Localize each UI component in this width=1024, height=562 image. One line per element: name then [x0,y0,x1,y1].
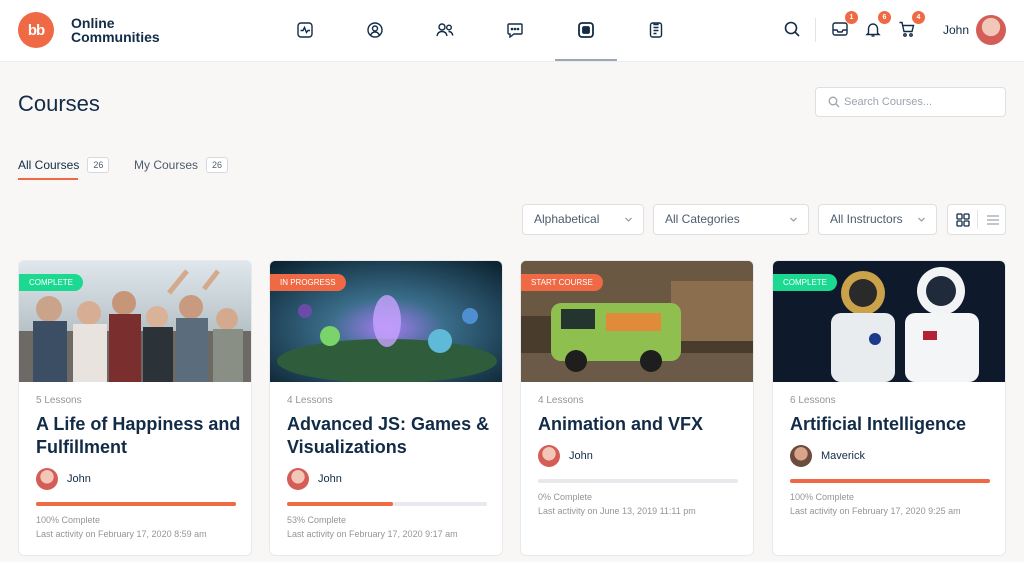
avatar [36,468,58,490]
status-badge: In Progress [270,274,346,291]
course-card[interactable]: Start Course 4 Lessons Animation and VFX… [520,260,754,556]
header-divider [815,18,816,42]
progress-bar [36,502,236,506]
course-title[interactable]: Animation and VFX [538,413,743,436]
list-icon [986,214,999,225]
chevron-down-icon [918,217,925,222]
last-activity: Last activity on February 17, 2020 9:17 … [287,529,458,539]
page-title: Courses [18,91,100,116]
last-activity: Last activity on June 13, 2019 11:11 pm [538,506,696,516]
avatar [538,445,560,467]
top-header: bb Online Communities 1 6 4 John [0,0,1024,62]
last-activity: Last activity on February 17, 2020 9:25 … [790,506,961,516]
status-badge: Complete [773,274,838,291]
chevron-down-icon [625,217,632,222]
cart-icon[interactable]: 4 [895,11,925,41]
author-name: John [67,473,91,485]
search-input[interactable] [844,94,994,110]
progress-text: 100% Complete [790,492,855,502]
notifications-icon[interactable]: 6 [861,11,891,41]
count-badge: 26 [206,157,229,173]
course-card[interactable]: Complete 6 Lessons Artificial Intelligen… [772,260,1006,556]
tab-label: All Courses [18,158,80,172]
progress-fill [790,479,990,483]
course-author[interactable]: Maverick [790,445,865,467]
avatar [790,445,812,467]
tab-label: My Courses [134,158,199,172]
course-author[interactable]: John [36,468,91,490]
user-avatar[interactable] [976,15,1006,45]
course-author[interactable]: John [287,468,342,490]
status-badge: Complete [19,274,84,291]
status-badge: Start Course [521,274,603,291]
course-search[interactable] [815,87,1006,117]
profile-icon[interactable] [362,17,388,43]
grid-icon [955,212,970,227]
chevron-down-icon [790,217,797,222]
grid-view-button[interactable] [948,205,977,234]
members-icon[interactable] [432,17,458,43]
progress-text: 0% Complete [538,492,593,502]
progress-fill [287,502,393,506]
user-name[interactable]: John [943,23,969,37]
forums-icon[interactable] [502,17,528,43]
messages-badge: 1 [845,11,858,24]
progress-text: 53% Complete [287,515,347,525]
tab-all-courses[interactable]: All Courses 26 [18,157,110,173]
documents-icon[interactable] [643,17,669,43]
avatar [287,468,309,490]
course-title[interactable]: Artificial Intelligence [790,413,995,436]
progress-bar [538,479,738,483]
notifications-badge: 6 [878,11,891,24]
category-select[interactable]: All Categories [653,204,809,235]
site-logo[interactable]: bb [18,12,54,48]
lesson-count: 6 Lessons [790,395,836,406]
cart-badge: 4 [912,11,925,24]
search-icon [828,96,840,108]
course-author[interactable]: John [538,445,593,467]
progress-bar [790,479,990,483]
instructor-select[interactable]: All Instructors [818,204,937,235]
course-card[interactable]: In Progress 4 Lessons Advanced JS: Games… [269,260,503,556]
count-badge: 26 [87,157,110,173]
progress-bar [287,502,487,506]
active-tab-indicator [18,178,78,180]
tab-my-courses[interactable]: My Courses 26 [134,157,229,173]
courses-icon[interactable] [573,17,599,43]
author-name: John [318,473,342,485]
lesson-count: 4 Lessons [287,395,333,406]
list-view-button[interactable] [978,205,1007,234]
site-title[interactable]: Online Communities [71,16,160,44]
course-title[interactable]: Advanced JS: Games & Visualizations [287,413,492,459]
search-icon[interactable] [780,17,804,41]
messages-icon[interactable]: 1 [828,11,858,41]
course-card[interactable]: Complete 5 Lessons A Life of Happiness a… [18,260,252,556]
course-title[interactable]: A Life of Happiness and Fulfillment [36,413,241,459]
progress-fill [36,502,236,506]
lesson-count: 5 Lessons [36,395,82,406]
sort-select[interactable]: Alphabetical [522,204,644,235]
lesson-count: 4 Lessons [538,395,584,406]
activity-icon[interactable] [292,17,318,43]
author-name: Maverick [821,450,866,462]
active-nav-indicator [555,59,617,61]
last-activity: Last activity on February 17, 2020 8:59 … [36,529,207,539]
view-toggle [947,204,1006,235]
progress-text: 100% Complete [36,515,101,525]
author-name: John [569,450,593,462]
